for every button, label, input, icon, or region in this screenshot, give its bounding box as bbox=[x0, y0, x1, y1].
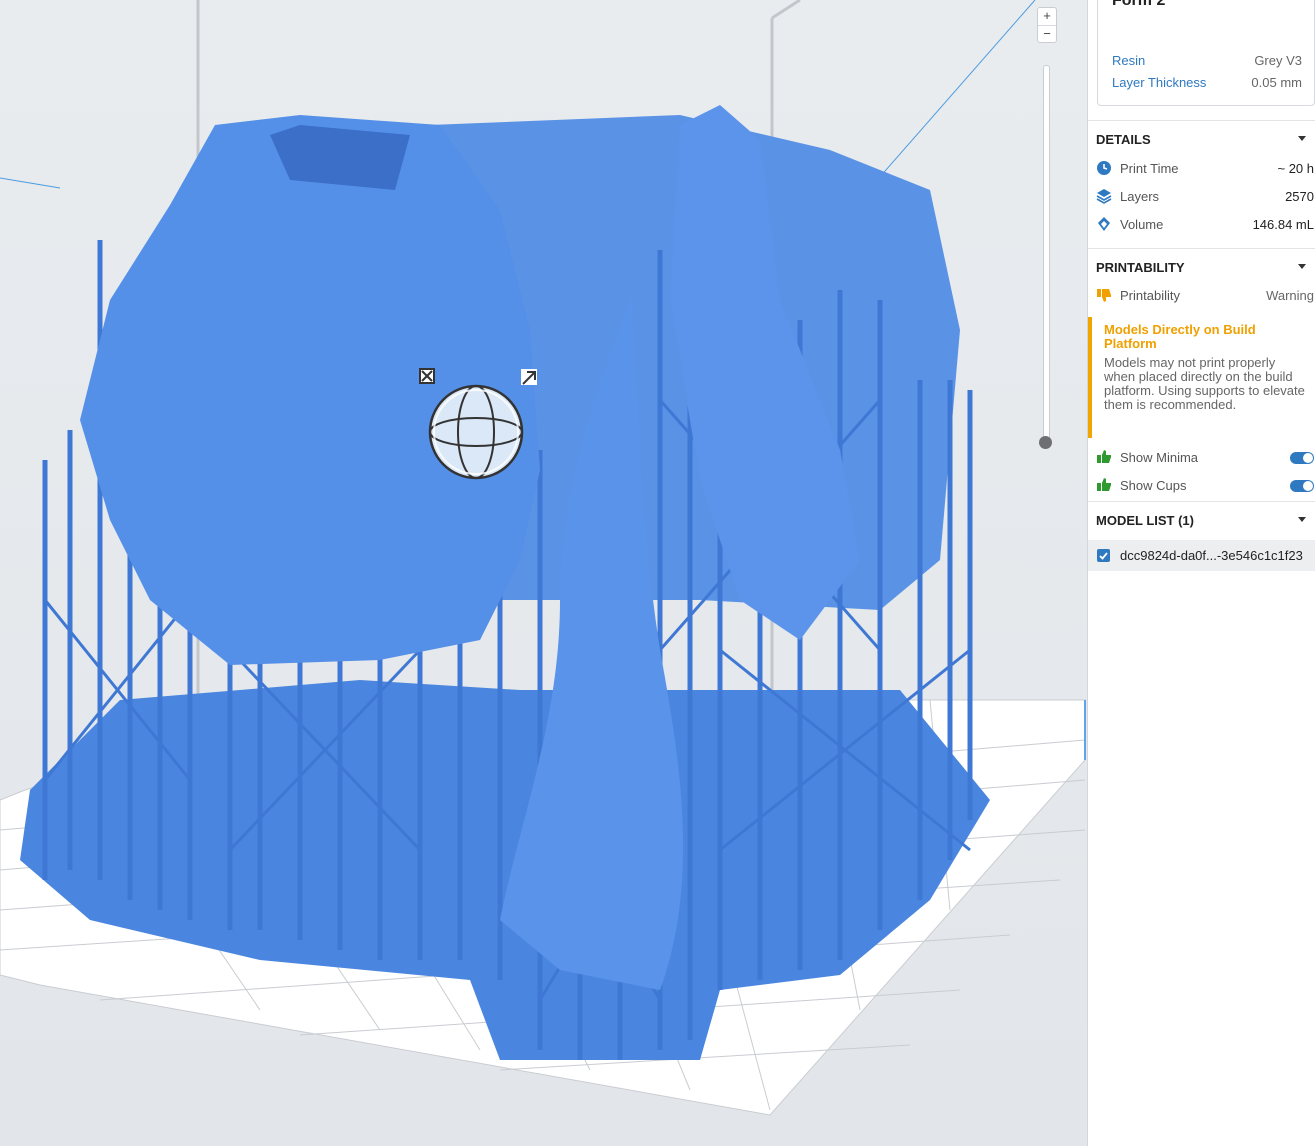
model-list-title: MODEL LIST (1) bbox=[1096, 513, 1194, 528]
chevron-down-icon bbox=[1298, 517, 1306, 522]
layer-thickness-label: Layer Thickness bbox=[1112, 75, 1207, 90]
volume-label: Volume bbox=[1120, 217, 1164, 232]
layers-row: Layers 2570 bbox=[1088, 182, 1315, 210]
printability-row: Printability Warning bbox=[1088, 281, 1315, 309]
show-cups-toggle[interactable] bbox=[1290, 480, 1314, 492]
show-minima-toggle[interactable] bbox=[1290, 452, 1314, 464]
layers-icon bbox=[1096, 189, 1112, 204]
zoom-in-button[interactable]: + bbox=[1038, 8, 1056, 26]
print-time-value: ~ 20 h bbox=[1277, 161, 1314, 176]
scene bbox=[0, 0, 1086, 1116]
scale-handle-icon[interactable] bbox=[419, 368, 435, 384]
checkmark-icon bbox=[1099, 552, 1108, 560]
zoom-control[interactable]: + − bbox=[1037, 7, 1057, 43]
resin-label: Resin bbox=[1112, 53, 1146, 68]
details-title: DETAILS bbox=[1096, 132, 1151, 147]
warning-title: Models Directly on Build Platform bbox=[1104, 322, 1256, 351]
move-handle-icon[interactable] bbox=[521, 369, 537, 385]
printability-title: PRINTABILITY bbox=[1096, 260, 1185, 275]
printer-card[interactable]: Form 2 Resin Grey V3 Layer Thickness 0.0… bbox=[1097, 0, 1315, 106]
thumbs-up-icon bbox=[1097, 478, 1111, 491]
model-list-item[interactable]: dcc9824d-da0f...-3e546c1c1f23 bbox=[1088, 540, 1315, 571]
show-minima-label: Show Minima bbox=[1120, 450, 1199, 465]
details-header[interactable]: DETAILS bbox=[1088, 120, 1315, 155]
layer-slider-track[interactable] bbox=[1043, 65, 1050, 442]
model-checkbox[interactable] bbox=[1097, 549, 1110, 562]
show-cups-row: Show Cups bbox=[1088, 471, 1315, 499]
printability-value: Warning bbox=[1266, 288, 1314, 303]
model-mesh bbox=[20, 105, 990, 1060]
resin-volume-icon bbox=[1098, 217, 1110, 231]
side-panel: Form 2 Resin Grey V3 Layer Thickness 0.0… bbox=[1087, 0, 1315, 1146]
print-time-row: Print Time ~ 20 h bbox=[1088, 154, 1315, 182]
show-minima-row: Show Minima bbox=[1088, 443, 1315, 471]
thumbs-down-icon bbox=[1097, 289, 1111, 302]
volume-row: Volume 146.84 mL bbox=[1088, 210, 1315, 238]
layers-label: Layers bbox=[1120, 189, 1160, 204]
thumbs-up-icon bbox=[1097, 450, 1111, 463]
printability-warning: Models Directly on Build Platform Models… bbox=[1088, 317, 1315, 438]
volume-value: 146.84 mL bbox=[1252, 217, 1314, 232]
resin-setting[interactable]: Resin Grey V3 bbox=[1112, 53, 1302, 69]
printer-name: Form 2 bbox=[1112, 0, 1166, 9]
printability-header[interactable]: PRINTABILITY bbox=[1088, 248, 1315, 283]
resin-value: Grey V3 bbox=[1254, 53, 1302, 68]
clock-icon bbox=[1097, 161, 1111, 175]
print-time-label: Print Time bbox=[1120, 161, 1179, 176]
warning-body: Models may not print properly when place… bbox=[1104, 355, 1305, 412]
model-list-header[interactable]: MODEL LIST (1) bbox=[1088, 501, 1315, 536]
3d-viewport[interactable]: + − bbox=[0, 0, 1087, 1146]
layer-slider-handle[interactable] bbox=[1039, 436, 1052, 449]
layer-thickness-setting[interactable]: Layer Thickness 0.05 mm bbox=[1112, 75, 1302, 91]
rotate-gizmo[interactable] bbox=[428, 384, 524, 480]
chevron-down-icon bbox=[1298, 264, 1306, 269]
chevron-down-icon bbox=[1298, 136, 1306, 141]
zoom-out-button[interactable]: − bbox=[1038, 26, 1056, 43]
layers-value: 2570 bbox=[1285, 189, 1314, 204]
show-cups-label: Show Cups bbox=[1120, 478, 1187, 493]
printability-label: Printability bbox=[1120, 288, 1180, 303]
model-name: dcc9824d-da0f...-3e546c1c1f23 bbox=[1120, 548, 1303, 563]
layer-thickness-value: 0.05 mm bbox=[1251, 75, 1302, 90]
